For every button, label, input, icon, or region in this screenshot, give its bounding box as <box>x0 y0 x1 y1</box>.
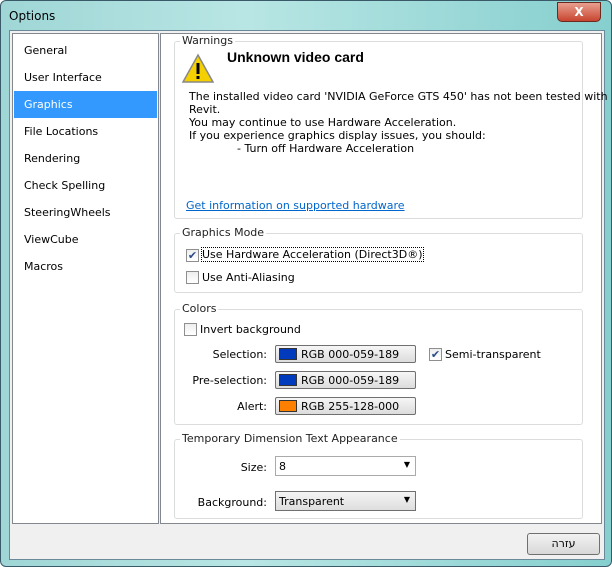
anti-alias-label[interactable]: Use Anti-Aliasing <box>202 271 295 284</box>
hw-accel-checkbox[interactable]: ✔ <box>186 249 199 262</box>
sidebar-item-general[interactable]: General <box>14 37 157 64</box>
options-window: Options X General User Interface Graphic… <box>0 0 612 567</box>
graphics-panel: Warnings Unknown video card The installe… <box>160 33 608 524</box>
warning-line: - Turn off Hardware Acceleration <box>237 142 415 155</box>
warnings-group: Warnings Unknown video card The installe… <box>174 34 608 219</box>
selection-color-value: RGB 000-059-189 <box>301 348 400 361</box>
colors-group: Colors Invert background Selection: RGB … <box>174 302 583 425</box>
semi-transparent-label[interactable]: Semi-transparent <box>445 348 541 361</box>
alert-color-value: RGB 255-128-000 <box>301 400 400 413</box>
window-title: Options <box>9 9 56 23</box>
temp-dim-group: Temporary Dimension Text Appearance Size… <box>174 432 583 519</box>
warning-icon <box>182 53 214 83</box>
sidebar-item-graphics[interactable]: Graphics <box>14 91 157 118</box>
warning-line: Revit. <box>189 103 221 116</box>
hw-accel-label[interactable]: Use Hardware Acceleration (Direct3D®) <box>201 247 424 262</box>
background-value: Transparent <box>279 495 345 508</box>
sidebar-item-macros[interactable]: Macros <box>14 253 157 280</box>
sidebar-item-viewcube[interactable]: ViewCube <box>14 226 157 253</box>
client-area: General User Interface Graphics File Loc… <box>9 30 608 560</box>
warning-heading: Unknown video card <box>227 49 364 65</box>
chevron-down-icon: ▼ <box>403 460 410 469</box>
graphics-mode-group: Graphics Mode ✔ Use Hardware Acceleratio… <box>174 226 583 293</box>
colors-group-label: Colors <box>180 302 219 315</box>
sidebar-item-rendering[interactable]: Rendering <box>14 145 157 172</box>
sidebar: General User Interface Graphics File Loc… <box>12 33 159 524</box>
graphics-mode-group-label: Graphics Mode <box>180 226 267 239</box>
selection-color-button[interactable]: RGB 000-059-189 <box>275 345 416 363</box>
selection-label: Selection: <box>212 348 267 361</box>
size-label: Size: <box>240 461 267 474</box>
preselection-color-value: RGB 000-059-189 <box>301 374 400 387</box>
alert-label: Alert: <box>237 400 267 413</box>
warnings-group-label: Warnings <box>180 34 235 47</box>
close-button[interactable]: X <box>557 2 601 22</box>
temp-dim-group-label: Temporary Dimension Text Appearance <box>180 432 400 445</box>
invert-background-checkbox[interactable] <box>184 323 197 336</box>
alert-color-button[interactable]: RGB 255-128-000 <box>275 397 416 415</box>
size-dropdown[interactable]: 8 ▼ <box>275 456 416 476</box>
background-dropdown[interactable]: Transparent ▼ <box>275 491 416 511</box>
semi-transparent-checkbox[interactable]: ✔ <box>429 348 442 361</box>
sidebar-item-check-spelling[interactable]: Check Spelling <box>14 172 157 199</box>
warning-line: If you experience graphics display issue… <box>189 129 486 142</box>
size-value: 8 <box>279 460 286 473</box>
anti-alias-checkbox[interactable] <box>186 271 199 284</box>
warning-line: You may continue to use Hardware Acceler… <box>189 116 457 129</box>
invert-background-label[interactable]: Invert background <box>200 323 301 336</box>
sidebar-item-user-interface[interactable]: User Interface <box>14 64 157 91</box>
warning-line: The installed video card 'NVIDIA GeForce… <box>189 90 608 103</box>
color-swatch <box>279 374 297 386</box>
preselection-color-button[interactable]: RGB 000-059-189 <box>275 371 416 389</box>
background-label: Background: <box>197 496 267 509</box>
sidebar-item-steeringwheels[interactable]: SteeringWheels <box>14 199 157 226</box>
color-swatch <box>279 400 297 412</box>
chevron-down-icon: ▼ <box>403 495 410 504</box>
color-swatch <box>279 348 297 360</box>
sidebar-item-file-locations[interactable]: File Locations <box>14 118 157 145</box>
preselection-label: Pre-selection: <box>192 374 267 387</box>
help-button[interactable]: עזרה <box>527 533 600 555</box>
supported-hardware-link[interactable]: Get information on supported hardware <box>186 199 405 212</box>
